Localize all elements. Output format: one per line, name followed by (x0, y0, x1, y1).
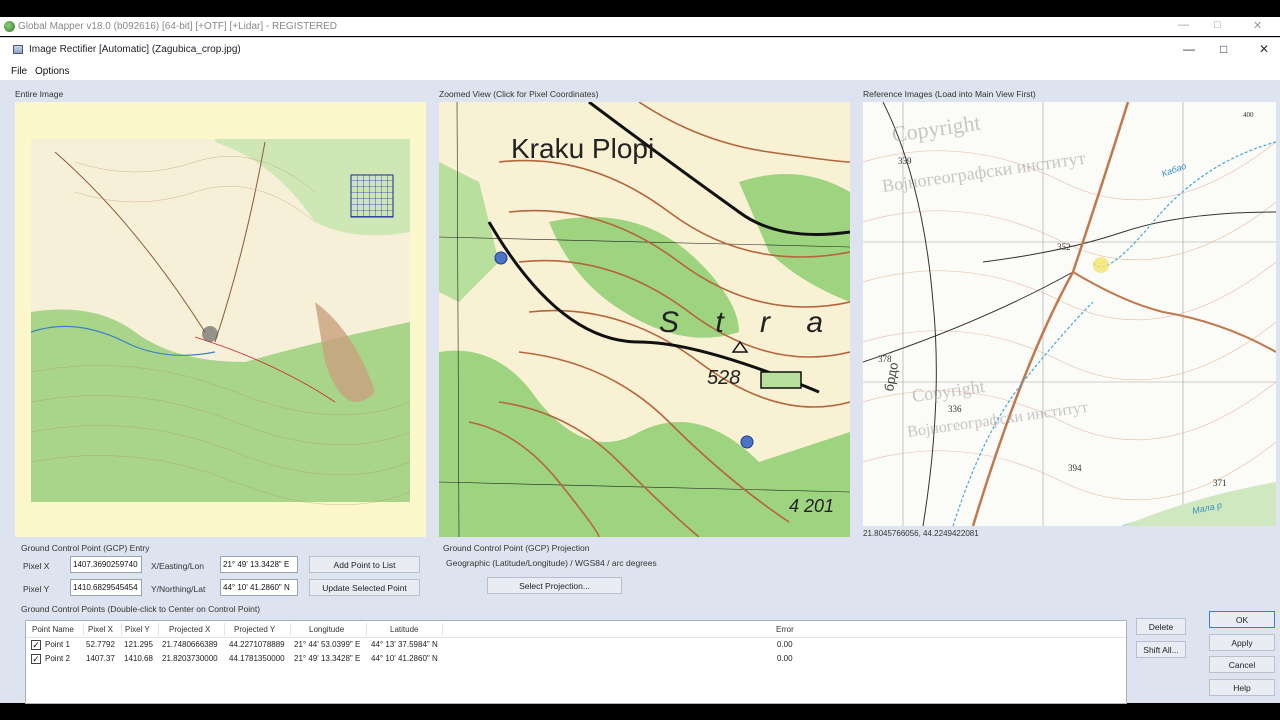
zoomed-map[interactable]: Kraku Plopi S t r a 528 4 201 (439, 102, 850, 537)
shift-all-button[interactable]: Shift All... (1136, 641, 1186, 658)
ok-button[interactable]: OK (1209, 611, 1275, 628)
menu-bar: File Options (0, 62, 1280, 80)
reference-cursor-coords: 21.8045766056, 44.2249422081 (863, 529, 979, 538)
gcp-projection-title: Ground Control Point (GCP) Projection (443, 543, 590, 553)
col-latitude[interactable]: Latitude (390, 625, 418, 634)
entire-map-thumbnail[interactable] (15, 102, 426, 537)
window-icon (13, 45, 23, 54)
apply-button[interactable]: Apply (1209, 634, 1275, 651)
reference-map[interactable]: 339 352 378 336 394 371 400 Copyright Во… (863, 102, 1276, 526)
cell-error: 0.00 (777, 640, 793, 649)
image-rectifier-dialog: Image Rectifier [Automatic] (Zagubica_cr… (0, 37, 1280, 704)
col-point-name[interactable]: Point Name (32, 625, 74, 634)
menu-file[interactable]: File (11, 66, 27, 77)
y-northing-input[interactable]: 44° 10' 41.2860" N (220, 579, 298, 596)
zoom-area-label: S t r a (659, 306, 837, 339)
zoom-peak-label: 528 (707, 367, 740, 389)
y-northing-label: Y/Northing/Lat (151, 584, 206, 594)
col-projected-x[interactable]: Projected X (169, 625, 210, 634)
gcp-projection-value: Geographic (Latitude/Longitude) / WGS84 … (446, 558, 657, 568)
gcp-entry-title: Ground Control Point (GCP) Entry (21, 543, 150, 553)
col-pixel-x[interactable]: Pixel X (88, 625, 113, 634)
cell-longitude: 21° 44' 53.0399" E (294, 640, 361, 649)
minimize-icon[interactable]: — (1183, 42, 1195, 56)
help-button[interactable]: Help (1209, 679, 1275, 696)
reference-images-label: Reference Images (Load into Main View Fi… (863, 89, 1036, 99)
cell-name: Point 1 (45, 640, 70, 649)
col-pixel-y[interactable]: Pixel Y (125, 625, 150, 634)
dialog-title: Image Rectifier [Automatic] (Zagubica_cr… (29, 44, 241, 55)
app-title: Global Mapper v18.0 (b092616) [64-bit] [… (18, 21, 338, 32)
point-1-checkbox[interactable]: ✓ (31, 640, 41, 650)
cell-projected-y: 44.1781350000 (229, 654, 285, 663)
cancel-button[interactable]: Cancel (1209, 656, 1275, 673)
gcp-list-title: Ground Control Points (Double-click to C… (21, 604, 261, 614)
x-easting-input[interactable]: 21° 49' 13.3428" E (220, 556, 298, 573)
ref-elev-5: 394 (1068, 463, 1082, 473)
reference-images-panel[interactable]: 339 352 378 336 394 371 400 Copyright Во… (863, 102, 1276, 526)
col-projected-y[interactable]: Projected Y (234, 625, 275, 634)
cell-name: Point 2 (45, 654, 70, 663)
ref-elev-6: 371 (1213, 478, 1227, 488)
select-projection-button[interactable]: Select Projection... (487, 577, 622, 594)
cell-projected-x: 21.8203730000 (162, 654, 218, 663)
delete-button[interactable]: Delete (1136, 618, 1186, 635)
update-point-button[interactable]: Update Selected Point (309, 579, 420, 596)
zoom-corner-label: 4 201 (789, 496, 834, 516)
gcp-list-header: Point Name Pixel X Pixel Y Projected X P… (26, 621, 1126, 638)
entire-image-label: Entire Image (15, 89, 64, 99)
maximize-icon[interactable]: □ (1214, 19, 1221, 31)
cell-pixel-x: 52.7792 (86, 640, 115, 649)
menu-options[interactable]: Options (35, 66, 69, 77)
cell-pixel-x: 1407.37 (86, 654, 115, 663)
ref-side-label: брдо (881, 361, 901, 392)
point-2-checkbox[interactable]: ✓ (31, 654, 41, 664)
col-longitude[interactable]: Longitude (309, 625, 344, 634)
zoomed-view-label: Zoomed View (Click for Pixel Coordinates… (439, 89, 599, 99)
globe-icon (4, 21, 15, 32)
ref-elev-7: 400 (1243, 111, 1254, 119)
dialog-title-bar: Image Rectifier [Automatic] (Zagubica_cr… (0, 38, 1280, 62)
minimize-icon[interactable]: — (1178, 19, 1189, 31)
table-row[interactable]: ✓ Point 2 1407.37 1410.68 21.8203730000 … (26, 652, 1126, 666)
pixel-y-label: Pixel Y (23, 584, 50, 594)
zoomed-view-panel[interactable]: Kraku Plopi S t r a 528 4 201 (439, 102, 850, 537)
cell-projected-y: 44.2271078889 (229, 640, 285, 649)
cell-projected-x: 21.7480666389 (162, 640, 218, 649)
ref-elev-2: 352 (1057, 242, 1071, 252)
cell-longitude: 21° 49' 13.3428" E (294, 654, 361, 663)
ref-elev-4: 336 (948, 404, 962, 414)
x-easting-label: X/Easting/Lon (151, 561, 204, 571)
close-icon[interactable]: ✕ (1259, 42, 1269, 56)
ref-watermark-bottom: Copyright (911, 376, 986, 406)
maximize-icon[interactable]: □ (1220, 42, 1227, 56)
table-row[interactable]: ✓ Point 1 52.7792 121.295 21.7480666389 … (26, 638, 1126, 652)
ref-river-label: Кабао (1160, 161, 1187, 179)
app-title-bar: Global Mapper v18.0 (b092616) [64-bit] [… (0, 17, 1280, 36)
cell-error: 0.00 (777, 654, 793, 663)
add-point-button[interactable]: Add Point to List (309, 556, 420, 573)
pixel-y-input[interactable]: 1410.6829545454 (70, 579, 142, 596)
pixel-x-input[interactable]: 1407.3690259740 (70, 556, 142, 573)
col-error[interactable]: Error (776, 625, 794, 634)
close-icon[interactable]: ✕ (1253, 19, 1262, 32)
cell-pixel-y: 121.295 (124, 640, 153, 649)
cell-latitude: 44° 13' 37.5984" N (371, 640, 438, 649)
entire-image-panel[interactable] (15, 102, 426, 537)
pixel-x-label: Pixel X (23, 561, 50, 571)
cell-pixel-y: 1410.68 (124, 654, 153, 663)
ref-watermark-bottom-2: Војногеографски институт (906, 399, 1089, 441)
cell-latitude: 44° 10' 41.2860" N (371, 654, 438, 663)
gcp-list[interactable]: Point Name Pixel X Pixel Y Projected X P… (25, 620, 1127, 704)
ref-watermark-top: Copyright (890, 110, 982, 147)
zoom-place-label: Kraku Plopi (511, 133, 654, 164)
ref-elev-1: 339 (898, 156, 912, 166)
